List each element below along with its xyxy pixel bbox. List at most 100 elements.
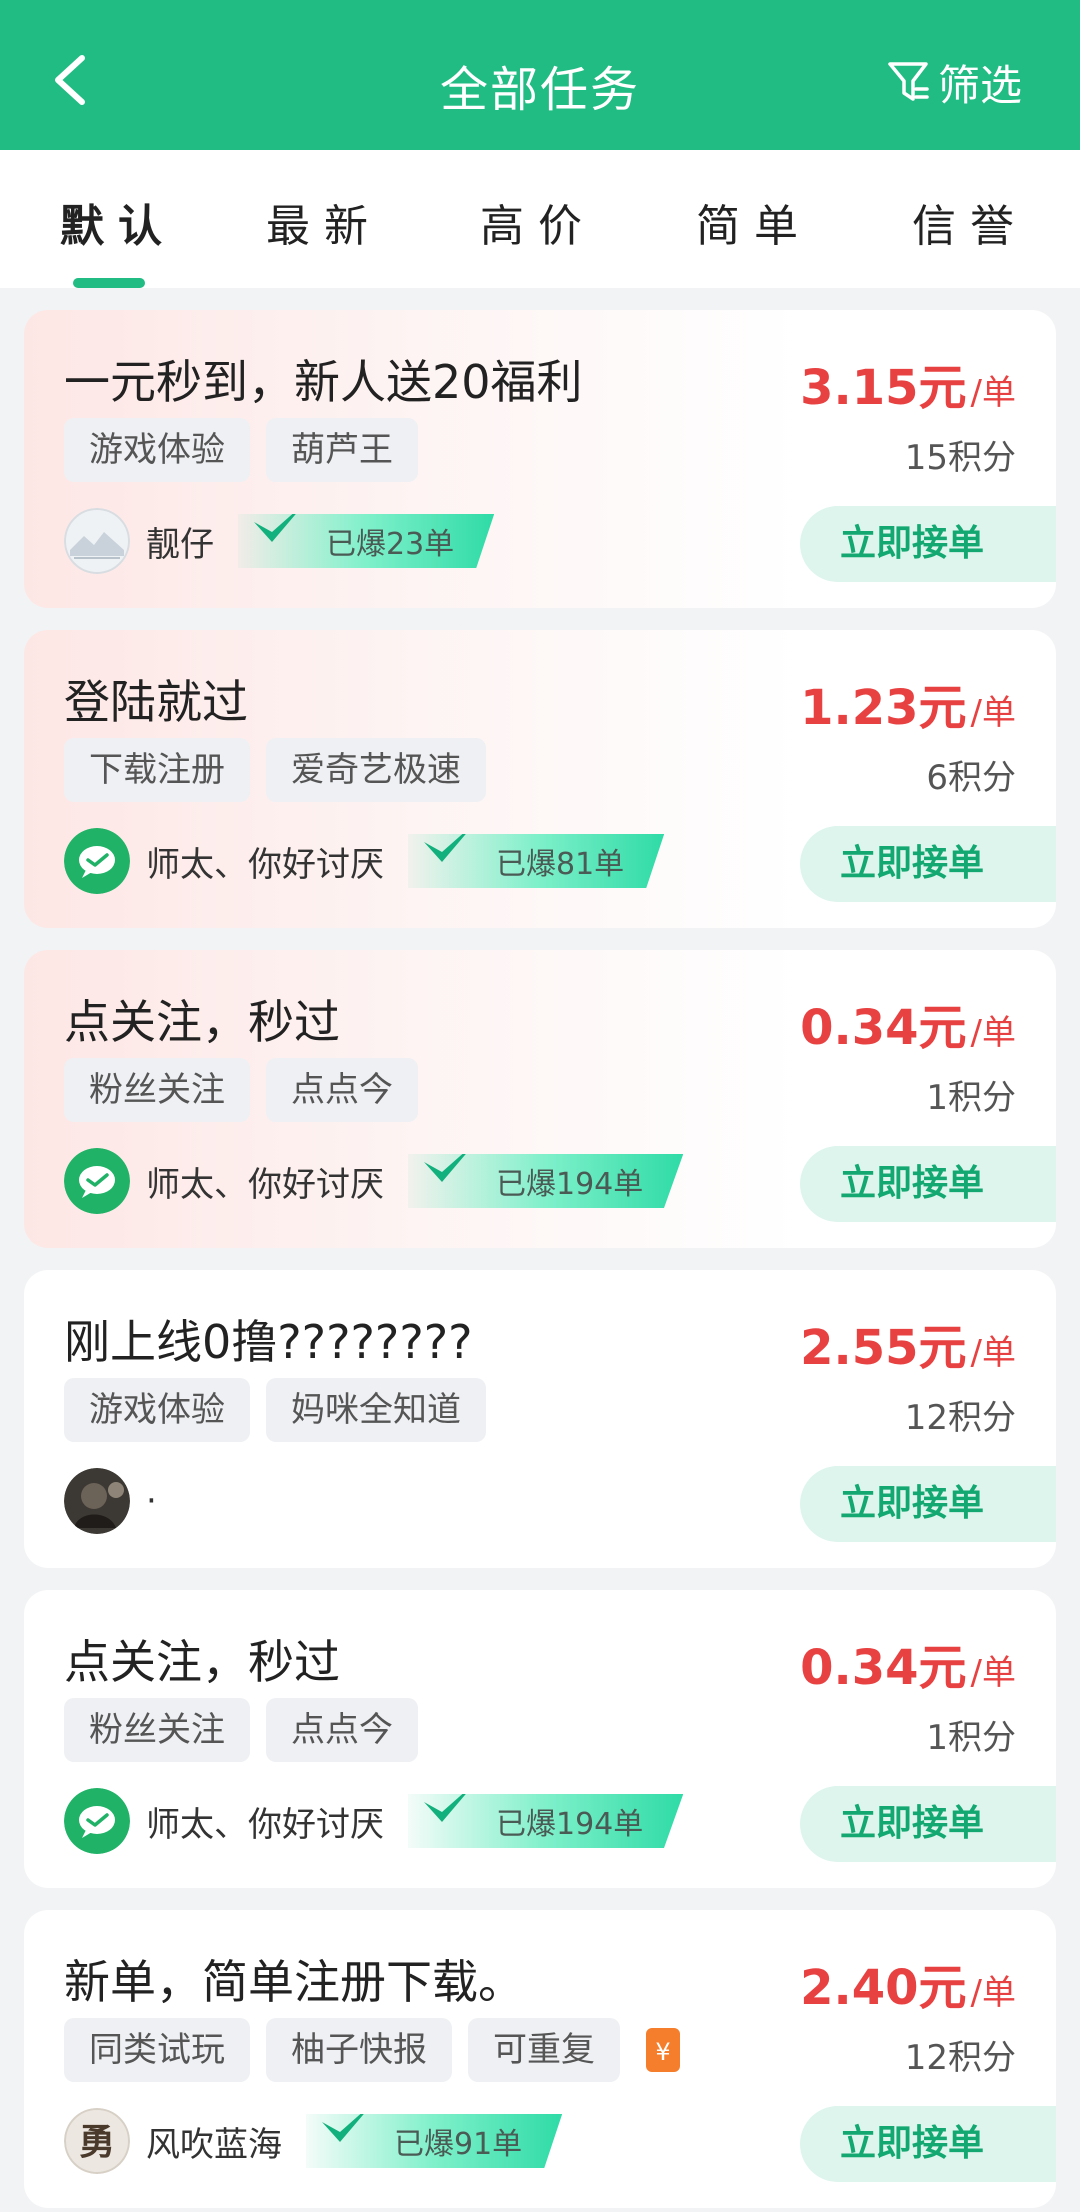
popularity-badge: 已爆91单 [306, 2114, 563, 2168]
owner-name: · [146, 1481, 157, 1521]
task-tag: 柚子快报 [266, 2018, 452, 2082]
badge-label: 已爆194单 [496, 1807, 644, 1842]
price-value: 2.55元 [800, 1320, 967, 1376]
task-tag: 同类试玩 [64, 2018, 250, 2082]
filter-button[interactable]: 筛选 [886, 52, 1022, 112]
task-points: 1积分 [926, 1718, 1016, 1758]
wechat-avatar-icon [64, 828, 130, 894]
task-owner: 勇 风吹蓝海 已爆91单 [64, 2106, 563, 2176]
check-icon [424, 1154, 476, 1182]
accept-task-button[interactable]: 立即接单 [800, 506, 1056, 582]
filter-label: 筛选 [937, 60, 1022, 110]
check-icon [424, 1794, 476, 1822]
task-card[interactable]: 一元秒到，新人送20福利 3.15元 /单 游戏体验 葫芦王 15积分 靓仔 已… [24, 310, 1056, 608]
tab-default[interactable]: 默认 [38, 190, 198, 254]
task-points: 15积分 [904, 438, 1016, 478]
task-tag: 粉丝关注 [64, 1058, 250, 1122]
task-card[interactable]: 新单，简单注册下载。 2.40元 /单 同类试玩 柚子快报 可重复 ¥ 12积分… [24, 1910, 1056, 2208]
task-owner: · [64, 1466, 157, 1536]
task-card[interactable]: 点关注，秒过 0.34元 /单 粉丝关注 点点今 1积分 师太、你好讨厌 已爆1… [24, 950, 1056, 1248]
red-envelope-icon: ¥ [646, 2028, 680, 2072]
task-card[interactable]: 登陆就过 1.23元 /单 下载注册 爱奇艺极速 6积分 师太、你好讨厌 已爆8… [24, 630, 1056, 928]
task-card[interactable]: 刚上线0撸???????? 2.55元 /单 游戏体验 妈咪全知道 12积分 ·… [24, 1270, 1056, 1568]
task-owner: 师太、你好讨厌 已爆194单 [64, 1146, 684, 1216]
price-unit: /单 [970, 1013, 1016, 1053]
avatar [64, 1148, 130, 1214]
price-unit: /单 [970, 1653, 1016, 1693]
price-value: 2.40元 [800, 1960, 967, 2016]
task-tag: 粉丝关注 [64, 1698, 250, 1762]
task-tag: 点点今 [266, 1058, 418, 1122]
accept-task-button[interactable]: 立即接单 [800, 1786, 1056, 1862]
task-price: 0.34元 /单 [800, 988, 1016, 1058]
accept-task-button[interactable]: 立即接单 [800, 1466, 1056, 1542]
task-tags: 同类试玩 柚子快报 可重复 ¥ [64, 2018, 680, 2082]
avatar [64, 508, 130, 574]
task-tags: 粉丝关注 点点今 [64, 1058, 434, 1122]
task-owner: 靓仔 已爆23单 [64, 506, 495, 576]
task-title: 刚上线0撸???????? [64, 1315, 473, 1369]
task-tags: 粉丝关注 点点今 [64, 1698, 434, 1762]
task-tag: 葫芦王 [266, 418, 418, 482]
tab-high-price[interactable]: 高价 [458, 190, 618, 254]
task-tags: 游戏体验 葫芦王 [64, 418, 434, 482]
owner-name: 师太、你好讨厌 [146, 1164, 384, 1205]
accept-task-button[interactable]: 立即接单 [800, 1146, 1056, 1222]
active-tab-indicator [73, 278, 145, 288]
badge-label: 已爆23单 [326, 527, 455, 562]
task-tag: 游戏体验 [64, 418, 250, 482]
avatar [64, 1468, 130, 1534]
avatar [64, 1788, 130, 1854]
accept-task-button[interactable]: 立即接单 [800, 2106, 1056, 2182]
task-title: 一元秒到，新人送20福利 [64, 355, 583, 409]
task-tags: 游戏体验 妈咪全知道 [64, 1378, 502, 1442]
price-unit: /单 [970, 1973, 1016, 2013]
task-tag: 游戏体验 [64, 1378, 250, 1442]
filter-icon [888, 62, 929, 101]
price-value: 3.15元 [800, 360, 967, 416]
tab-reputation[interactable]: 信誉 [890, 190, 1050, 254]
avatar [64, 828, 130, 894]
landscape-avatar-icon [64, 508, 130, 574]
wechat-avatar-icon [64, 1788, 130, 1854]
task-tag: 点点今 [266, 1698, 418, 1762]
task-price: 0.34元 /单 [800, 1628, 1016, 1698]
price-unit: /单 [970, 1333, 1016, 1373]
price-value: 0.34元 [800, 1640, 967, 1696]
popularity-badge: 已爆194单 [408, 1794, 684, 1848]
tab-newest[interactable]: 最新 [244, 190, 404, 254]
task-price: 2.40元 /单 [800, 1948, 1016, 2018]
task-card[interactable]: 点关注，秒过 0.34元 /单 粉丝关注 点点今 1积分 师太、你好讨厌 已爆1… [24, 1590, 1056, 1888]
task-points: 6积分 [926, 758, 1016, 798]
task-title: 点关注，秒过 [64, 1635, 340, 1689]
owner-name: 靓仔 [146, 524, 214, 565]
calligraphy-avatar-icon: 勇 [64, 2108, 130, 2174]
check-icon [254, 514, 306, 542]
task-points: 1积分 [926, 1078, 1016, 1118]
owner-name: 风吹蓝海 [146, 2124, 282, 2165]
task-owner: 师太、你好讨厌 已爆194单 [64, 1786, 684, 1856]
owner-name: 师太、你好讨厌 [146, 844, 384, 885]
dark-photo-avatar-icon [64, 1468, 130, 1534]
accept-task-button[interactable]: 立即接单 [800, 826, 1056, 902]
task-points: 12积分 [904, 2038, 1016, 2078]
task-title: 登陆就过 [64, 675, 248, 729]
task-title: 点关注，秒过 [64, 995, 340, 1049]
avatar-glyph: 勇 [79, 2121, 115, 2163]
avatar: 勇 [64, 2108, 130, 2174]
task-price: 1.23元 /单 [800, 668, 1016, 738]
sort-tabs: 默认 最新 高价 简单 信誉 [0, 150, 1080, 288]
task-tag: 可重复 [468, 2018, 620, 2082]
check-icon [424, 834, 476, 862]
task-price: 3.15元 /单 [800, 348, 1016, 418]
task-points: 12积分 [904, 1398, 1016, 1438]
badge-label: 已爆81单 [496, 847, 625, 882]
task-tag: 爱奇艺极速 [266, 738, 486, 802]
popularity-badge: 已爆81单 [408, 834, 665, 888]
popularity-badge: 已爆194单 [408, 1154, 684, 1208]
price-unit: /单 [970, 693, 1016, 733]
price-value: 0.34元 [800, 1000, 967, 1056]
tab-simple[interactable]: 简单 [674, 190, 834, 254]
wechat-avatar-icon [64, 1148, 130, 1214]
badge-label: 已爆91单 [394, 2127, 523, 2162]
